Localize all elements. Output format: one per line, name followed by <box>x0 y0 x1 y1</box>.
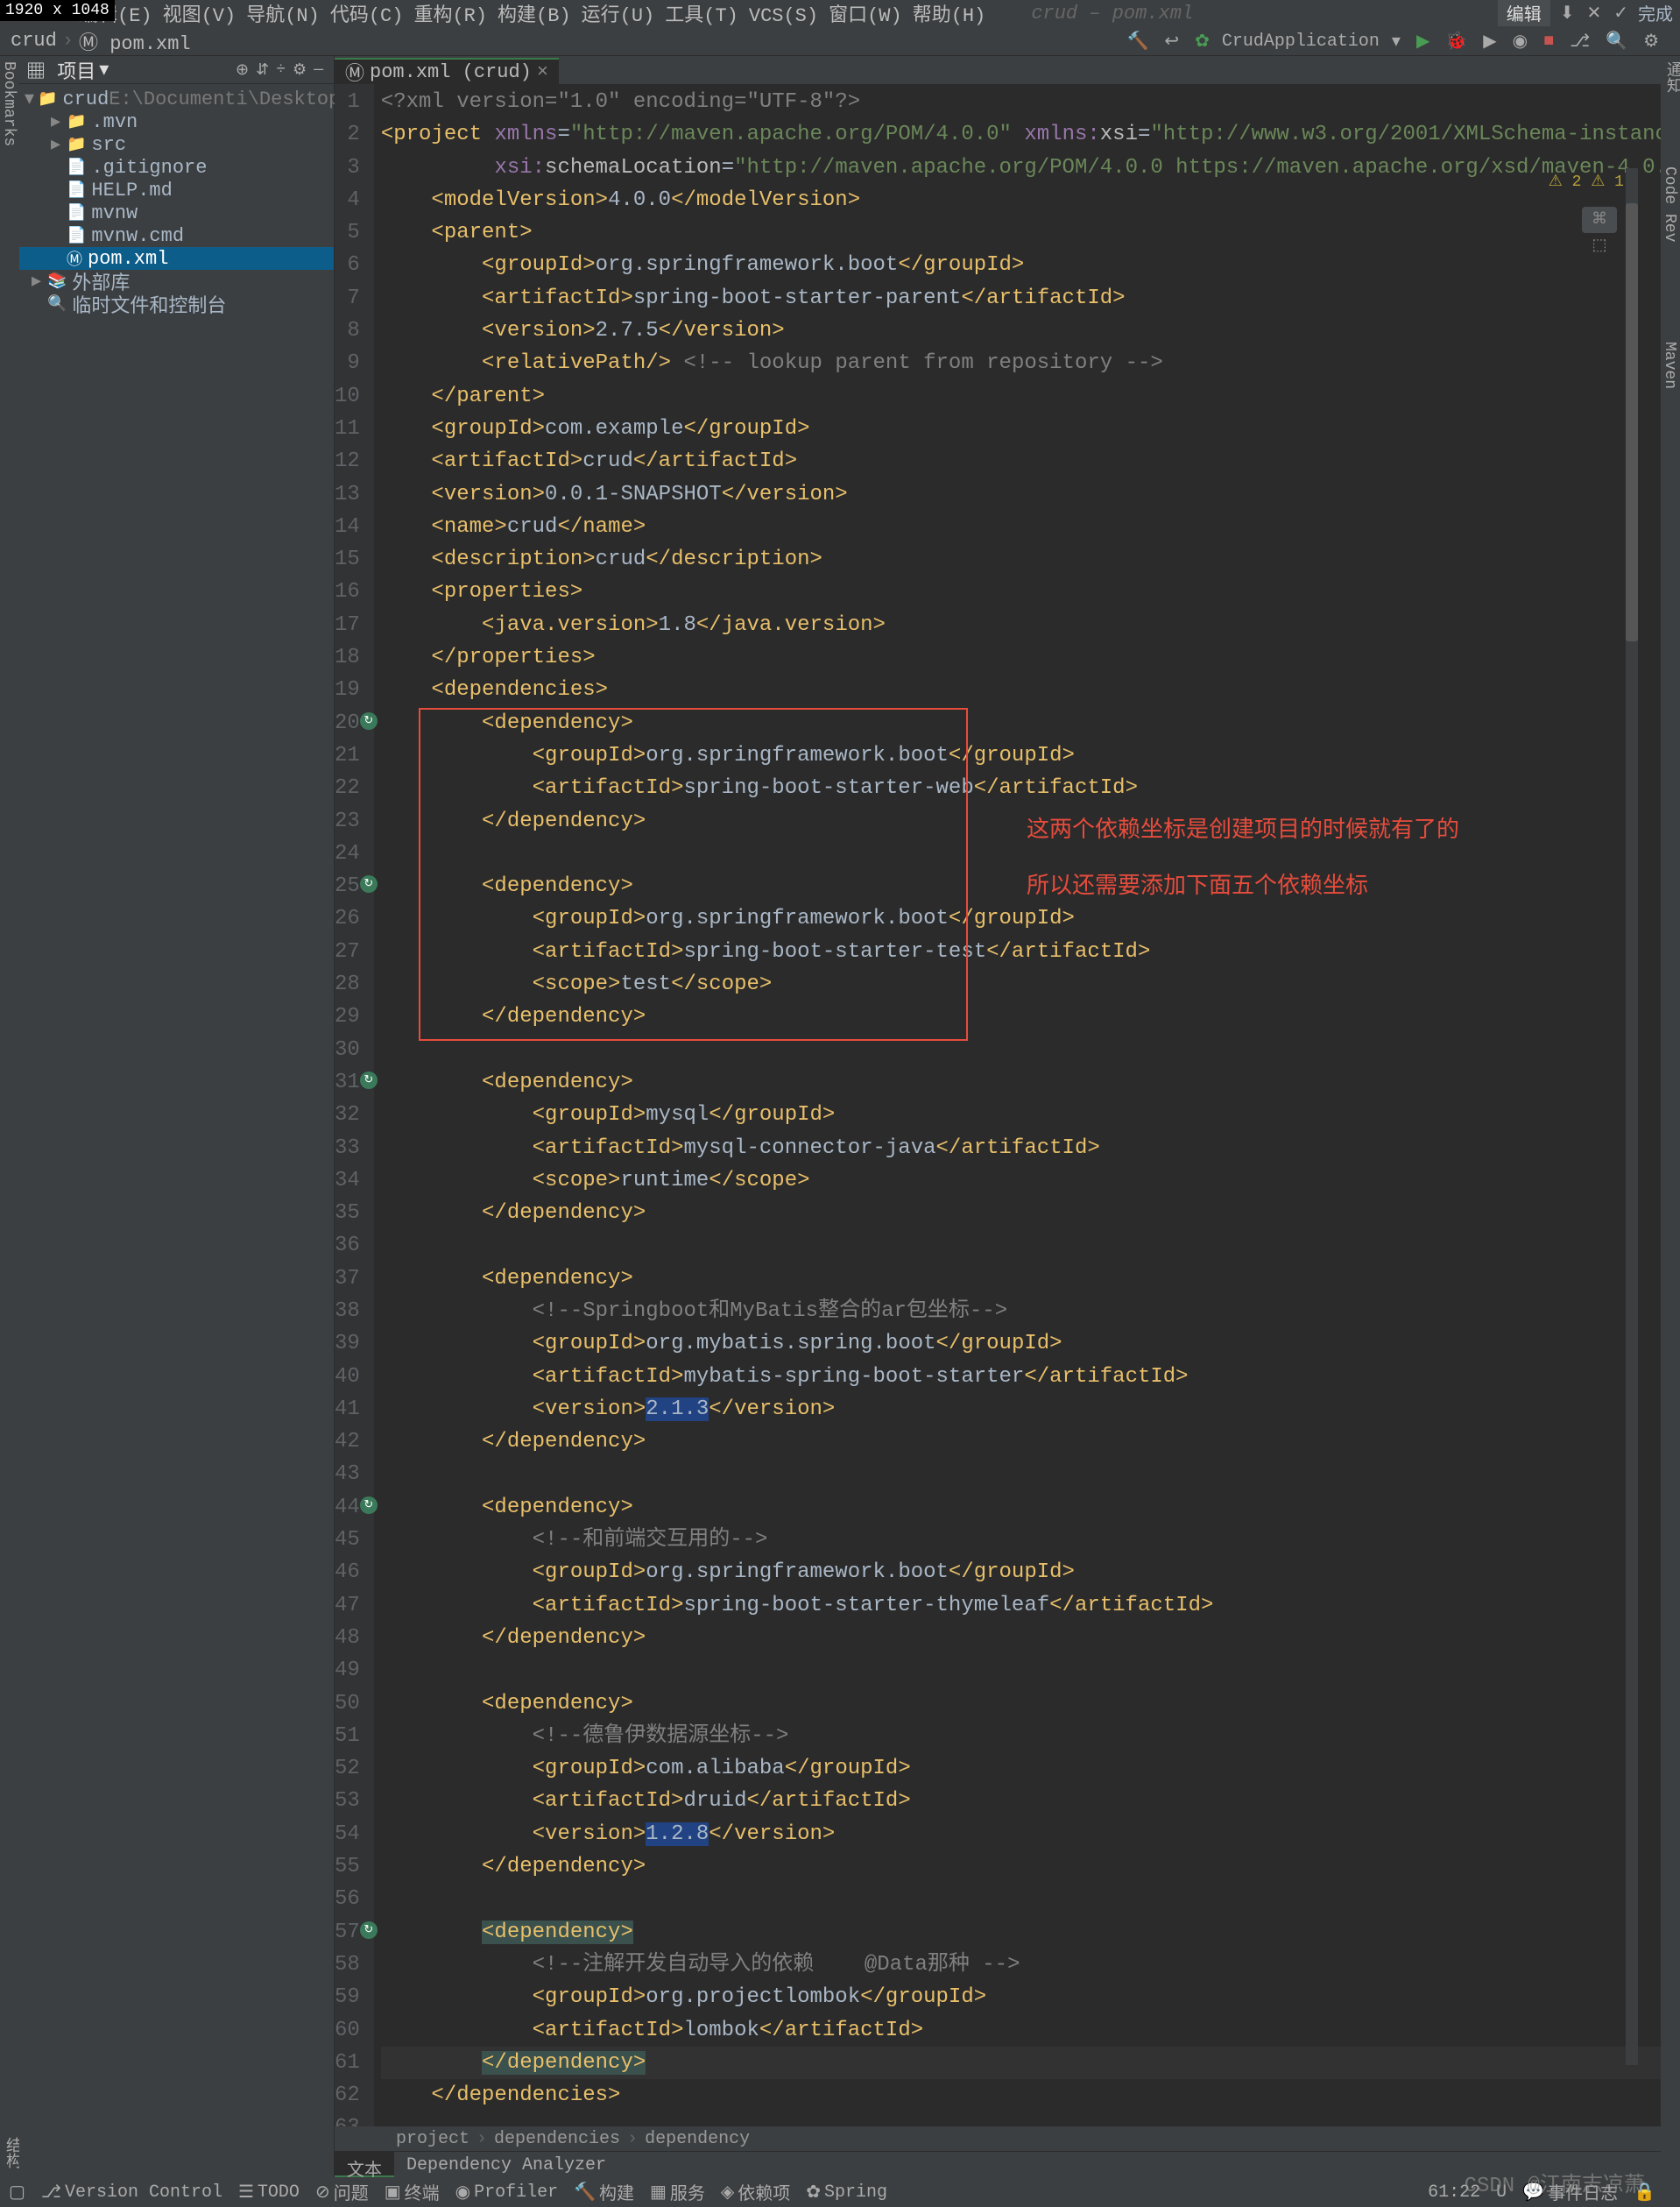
tree-row[interactable]: ▸📁src <box>19 133 334 156</box>
tool-window-icon[interactable]: ▢ <box>9 2181 25 2203</box>
tree-row[interactable]: Ⓜpom.xml <box>19 247 334 270</box>
tree-row[interactable]: 📄HELP.md <box>19 179 334 202</box>
status-problems[interactable]: ⊘ 问题 <box>315 2179 369 2205</box>
status-vcs[interactable]: ⎇ Version Control <box>41 2181 222 2203</box>
close-icon[interactable]: ✕ <box>1584 2 1604 25</box>
bookmarks-tool[interactable]: Bookmarks <box>0 56 18 146</box>
expand-icon[interactable]: ⇵ <box>256 60 269 80</box>
status-services[interactable]: ▦ 服务 <box>650 2179 705 2205</box>
reader-mode-icon[interactable]: ⌘ ⬚ <box>1582 207 1617 233</box>
gutter[interactable]: 1234567891011121314151617181920212223242… <box>335 84 374 2126</box>
project-title: ▦ 项目 <box>26 56 95 84</box>
right-tool-strip: 通知 Code Rev Maven <box>1661 56 1680 2177</box>
maven-tool[interactable]: Maven <box>1661 336 1678 389</box>
menu-item[interactable]: 窗口(W) <box>829 5 902 27</box>
menu-item[interactable]: 重构(R) <box>413 5 487 27</box>
git-icon[interactable]: ⎇ <box>1566 30 1593 53</box>
menu-item[interactable]: 运行(U) <box>582 5 655 27</box>
annotation-text-2: 所以还需要添加下面五个依赖坐标 <box>1027 867 1368 900</box>
profiler-icon[interactable]: ◉ <box>1509 30 1531 53</box>
annotation-text-1: 这两个依赖坐标是创建项目的时候就有了的 <box>1027 811 1459 844</box>
editor-bottom-tabs: 文本 Dependency Analyzer <box>335 2151 1661 2177</box>
hide-icon[interactable]: — <box>314 61 323 79</box>
done-label: 完成 <box>1638 0 1673 26</box>
settings-icon[interactable]: ⚙ <box>1640 30 1662 53</box>
code-content[interactable]: <?xml version="1.0" encoding="UTF-8"?><p… <box>374 84 1661 2126</box>
download-icon[interactable]: ⬇ <box>1557 2 1578 25</box>
gear-icon[interactable]: ⚙ <box>293 60 307 80</box>
window-title: crud – pom.xml <box>1031 3 1193 25</box>
scrollbar[interactable] <box>1626 168 1638 2065</box>
close-tab-icon[interactable]: × <box>537 61 548 83</box>
menu-item[interactable]: 工具(T) <box>665 5 738 27</box>
debug-icon[interactable]: 🐞 <box>1442 30 1471 53</box>
notifications-tool[interactable]: 通知 <box>1661 56 1680 93</box>
main-menu-bar: 编辑(E)视图(V)导航(N)代码(C)重构(R)构建(B)运行(U)工具(T)… <box>0 0 1680 26</box>
tree-row[interactable]: ▸📁.mvn <box>19 110 334 133</box>
editor: Ⓜpom.xml (crud)× 12345678910111213141516… <box>335 56 1661 2177</box>
status-spring[interactable]: ✿ Spring <box>806 2181 887 2203</box>
status-deps[interactable]: ◈ 依赖项 <box>721 2179 790 2205</box>
tab-text[interactable]: 文本 <box>335 2152 394 2177</box>
back-arrow-icon[interactable]: ↩ <box>1161 30 1182 53</box>
left-tool-strip: Bookmarks 结构 <box>0 56 19 2177</box>
editor-tabs: Ⓜpom.xml (crud)× <box>335 56 1661 84</box>
dimension-label: 1920 x 1048 <box>0 0 115 21</box>
menu-item[interactable]: 导航(N) <box>246 5 320 27</box>
select-target-icon[interactable]: ⊕ <box>236 60 249 80</box>
check-icon: ✓ <box>1611 2 1631 25</box>
status-profiler[interactable]: ◉ Profiler <box>455 2181 558 2203</box>
status-bar: ▢ ⎇ Version Control ☰ TODO ⊘ 问题 ▣ 终端 ◉ P… <box>0 2177 1680 2207</box>
code-review-tool[interactable]: Code Rev <box>1661 161 1678 242</box>
inspection-badge[interactable]: ⚠ 2 ⚠ 1 <box>1549 172 1624 191</box>
tree-row[interactable]: ▾📁crud E:\Documenti\Desktop\crud <box>19 88 334 110</box>
tree-row[interactable]: 📄.gitignore <box>19 156 334 179</box>
scrollbar-thumb[interactable] <box>1626 203 1638 641</box>
breadcrumb-root[interactable]: crud <box>11 30 57 52</box>
menu-item[interactable]: 构建(B) <box>498 5 571 27</box>
menu-item[interactable]: VCS(S) <box>749 5 818 27</box>
coverage-icon[interactable]: ▶ <box>1479 30 1500 53</box>
hammer-icon[interactable]: 🔨 <box>1123 30 1152 53</box>
menu-item[interactable]: 帮助(H) <box>913 5 986 27</box>
edit-button[interactable]: 编辑 <box>1498 0 1550 28</box>
status-build[interactable]: 🔨 构建 <box>574 2179 634 2205</box>
run-icon[interactable]: ▶ <box>1413 30 1433 53</box>
tree-row[interactable]: 📄mvnw <box>19 202 334 224</box>
status-terminal[interactable]: ▣ 终端 <box>385 2179 440 2205</box>
tab-dependency-analyzer[interactable]: Dependency Analyzer <box>394 2152 618 2177</box>
menu-item[interactable]: 代码(C) <box>330 5 404 27</box>
structure-breadcrumb: project› dependencies› dependency <box>335 2126 1661 2151</box>
collapse-icon[interactable]: ÷ <box>276 61 286 79</box>
tree-row[interactable]: 🔍临时文件和控制台 <box>19 293 334 315</box>
breadcrumb-file[interactable]: Ⓜ pom.xml <box>79 27 191 55</box>
stop-icon[interactable]: ■ <box>1540 32 1557 52</box>
status-todo[interactable]: ☰ TODO <box>238 2181 300 2203</box>
search-icon[interactable]: 🔍 <box>1602 30 1631 53</box>
menu-item[interactable]: 视图(V) <box>163 5 236 27</box>
watermark: CSDN @江南志凉萧 <box>1465 2167 1645 2198</box>
project-panel: ▦ 项目▾ ⊕ ⇵ ÷ ⚙ — ▾📁crud E:\Documenti\Desk… <box>19 56 335 2177</box>
run-config-label[interactable]: CrudApplication <box>1222 32 1380 52</box>
tree-row[interactable]: 📄mvnw.cmd <box>19 224 334 247</box>
spring-icon: ✿ <box>1191 30 1213 53</box>
tab-pom-xml[interactable]: Ⓜpom.xml (crud)× <box>335 58 559 84</box>
